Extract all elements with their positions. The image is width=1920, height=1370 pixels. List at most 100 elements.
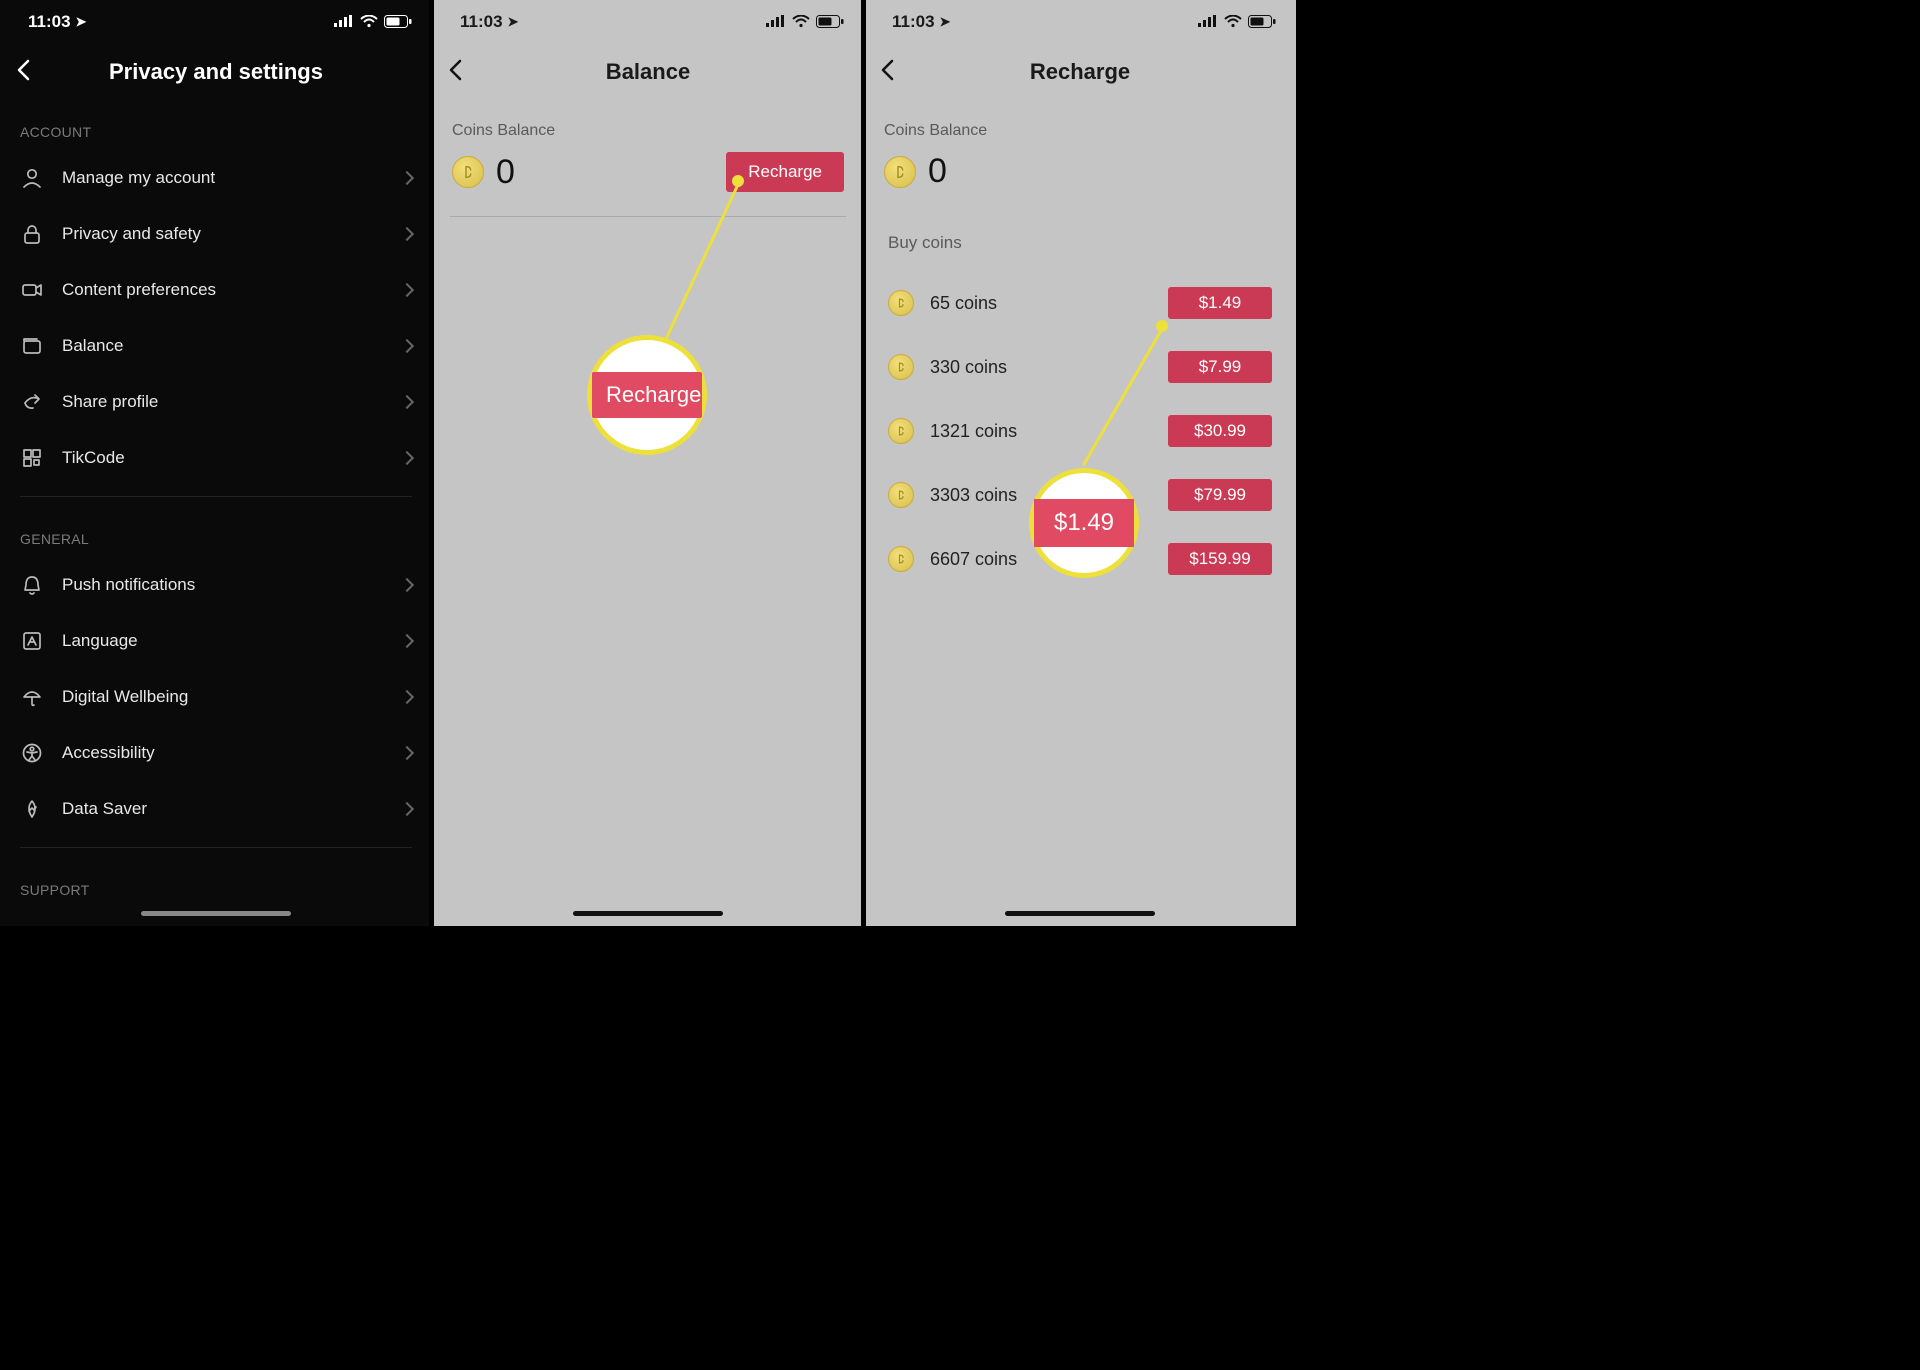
section-separator (20, 496, 412, 497)
back-button[interactable] (16, 57, 30, 88)
page-title: Recharge (1030, 59, 1130, 85)
coins-balance-label: Coins Balance (864, 100, 1296, 146)
callout-label: Recharge (592, 372, 702, 418)
settings-item-privacy[interactable]: Privacy and safety (0, 206, 432, 262)
location-icon: ➤ (508, 14, 519, 30)
settings-item-label: Data Saver (62, 799, 384, 819)
price-button[interactable]: $30.99 (1168, 415, 1272, 447)
price-button[interactable]: $7.99 (1168, 351, 1272, 383)
settings-item-label: Privacy and safety (62, 224, 384, 244)
settings-item-wellbeing[interactable]: Digital Wellbeing (0, 669, 432, 725)
section-general-label: GENERAL (0, 507, 432, 557)
coin-icon (888, 354, 914, 380)
settings-item-content-prefs[interactable]: Content preferences (0, 262, 432, 318)
price-button[interactable]: $1.49 (1168, 287, 1272, 319)
chevron-right-icon (400, 746, 414, 760)
battery-icon (1248, 15, 1276, 29)
chevron-right-icon (400, 171, 414, 185)
status-icons (334, 15, 412, 29)
coin-package[interactable]: 65 coins $1.49 (864, 271, 1296, 335)
language-icon (20, 629, 44, 653)
callout-circle: Recharge (587, 335, 707, 455)
chevron-right-icon (400, 339, 414, 353)
lock-icon (20, 222, 44, 246)
share-icon (20, 390, 44, 414)
coin-icon (452, 156, 484, 188)
signal-icon (334, 15, 354, 29)
coin-package[interactable]: 1321 coins $30.99 (864, 399, 1296, 463)
callout-dot (1156, 320, 1168, 332)
battery-icon (816, 15, 844, 29)
price-button[interactable]: $159.99 (1168, 543, 1272, 575)
package-label: 65 coins (930, 293, 1168, 314)
status-icons (1198, 15, 1276, 29)
package-label: 330 coins (930, 357, 1168, 378)
header: Privacy and settings (0, 44, 432, 100)
status-time: 11:03 (892, 12, 935, 32)
coin-icon (884, 156, 916, 188)
coin-icon (888, 290, 914, 316)
chevron-right-icon (400, 690, 414, 704)
price-button[interactable]: $79.99 (1168, 479, 1272, 511)
status-bar: 11:03 ➤ (432, 0, 864, 44)
video-icon (20, 278, 44, 302)
back-button[interactable] (448, 57, 462, 88)
settings-item-data-saver[interactable]: Data Saver (0, 781, 432, 837)
settings-item-language[interactable]: Language (0, 613, 432, 669)
settings-item-label: Push notifications (62, 575, 384, 595)
header: Recharge (864, 44, 1296, 100)
settings-item-manage-account[interactable]: Manage my account (0, 150, 432, 206)
coin-icon (888, 482, 914, 508)
settings-item-share-profile[interactable]: Share profile (0, 374, 432, 430)
screen-settings: 11:03 ➤ Privacy and settings ACCOUNT Man… (0, 0, 432, 926)
data-saver-icon (20, 797, 44, 821)
settings-item-accessibility[interactable]: Accessibility (0, 725, 432, 781)
coin-icon (888, 546, 914, 572)
recharge-button[interactable]: Recharge (726, 152, 844, 192)
package-label: 1321 coins (930, 421, 1168, 442)
chevron-right-icon (400, 451, 414, 465)
coin-package[interactable]: 330 coins $7.99 (864, 335, 1296, 399)
wallet-icon (20, 334, 44, 358)
page-title: Balance (606, 59, 690, 85)
bell-icon (20, 573, 44, 597)
settings-item-label: Content preferences (62, 280, 384, 300)
page-title: Privacy and settings (109, 59, 323, 85)
battery-icon (384, 15, 412, 29)
signal-icon (1198, 15, 1218, 29)
wifi-icon (792, 15, 810, 29)
coins-value: 0 (928, 152, 947, 191)
coin-icon (888, 418, 914, 444)
wifi-icon (360, 15, 378, 29)
screens-divider (861, 0, 866, 1370)
home-indicator (1005, 911, 1155, 916)
signal-icon (766, 15, 786, 29)
section-support-label: SUPPORT (0, 858, 432, 908)
location-icon: ➤ (940, 14, 951, 30)
separator (450, 216, 846, 217)
settings-item-push[interactable]: Push notifications (0, 557, 432, 613)
status-bar: 11:03 ➤ (0, 0, 432, 44)
coins-value: 0 (496, 153, 515, 192)
accessibility-icon (20, 741, 44, 765)
qrcode-icon (20, 446, 44, 470)
section-account-label: ACCOUNT (0, 100, 432, 150)
callout-label: $1.49 (1034, 499, 1134, 547)
status-time: 11:03 (28, 12, 71, 32)
settings-item-label: Accessibility (62, 743, 384, 763)
chevron-right-icon (400, 283, 414, 297)
settings-item-label: Manage my account (62, 168, 384, 188)
header: Balance (432, 44, 864, 100)
chevron-right-icon (400, 634, 414, 648)
umbrella-icon (20, 685, 44, 709)
settings-item-tikcode[interactable]: TikCode (0, 430, 432, 486)
status-time: 11:03 (460, 12, 503, 32)
coins-balance-row: 0 Recharge (432, 146, 864, 216)
buy-coins-label: Buy coins (864, 215, 1296, 271)
settings-item-balance[interactable]: Balance (0, 318, 432, 374)
settings-item-label: Language (62, 631, 384, 651)
back-button[interactable] (880, 57, 894, 88)
chevron-right-icon (400, 227, 414, 241)
callout-circle: $1.49 (1029, 468, 1139, 578)
chevron-right-icon (400, 802, 414, 816)
